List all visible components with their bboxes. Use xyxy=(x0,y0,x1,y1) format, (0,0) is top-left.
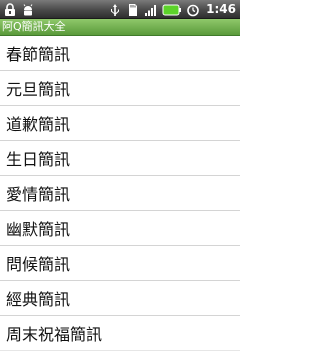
list-item[interactable]: 幽默簡訊 xyxy=(0,211,240,246)
list-item[interactable]: 經典簡訊 xyxy=(0,281,240,316)
battery-icon xyxy=(162,2,182,16)
signal-icon xyxy=(144,2,158,16)
list-item[interactable]: 周末祝福簡訊 xyxy=(0,316,240,351)
status-bar: 1:46 xyxy=(0,0,240,19)
status-system-icons: 1:46 xyxy=(108,1,236,17)
list-item[interactable]: 道歉簡訊 xyxy=(0,106,240,141)
list-item[interactable]: 春節簡訊 xyxy=(0,36,240,71)
list-item[interactable]: 生日簡訊 xyxy=(0,141,240,176)
alarm-icon xyxy=(186,2,200,17)
list-item[interactable]: 愛情簡訊 xyxy=(0,176,240,211)
status-clock: 1:46 xyxy=(206,2,236,16)
list-item[interactable]: 元旦簡訊 xyxy=(0,71,240,106)
lock-icon xyxy=(3,2,17,16)
app-title: 阿Q簡訊大全 xyxy=(0,19,240,36)
sd-card-icon xyxy=(126,2,140,16)
usb-icon xyxy=(108,2,122,16)
list-item[interactable]: 問候簡訊 xyxy=(0,246,240,281)
status-notifications xyxy=(3,2,35,16)
category-list: 春節簡訊 元旦簡訊 道歉簡訊 生日簡訊 愛情簡訊 幽默簡訊 問候簡訊 經典簡訊 … xyxy=(0,36,240,351)
android-debug-icon xyxy=(21,2,35,16)
